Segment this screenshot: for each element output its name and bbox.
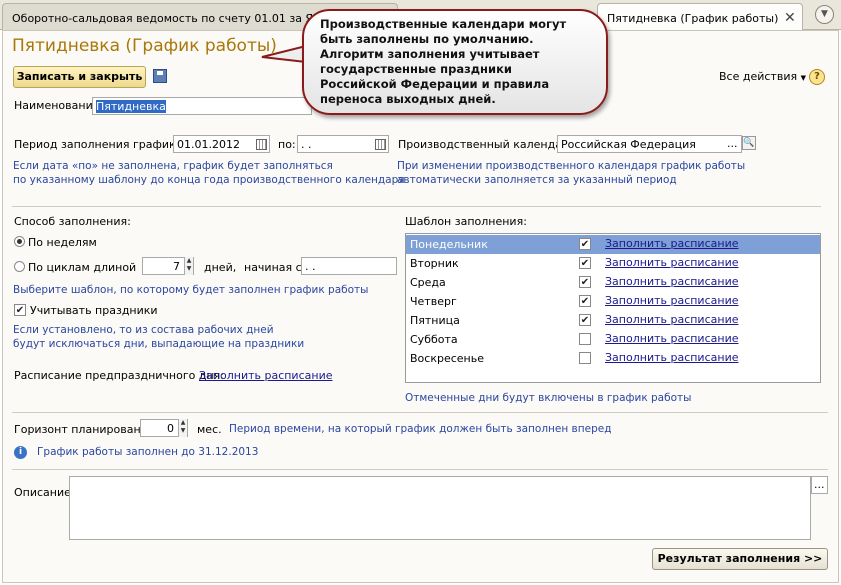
day-checkbox[interactable]: ✔ — [579, 257, 591, 269]
callout-line: Российской Федерации и правила — [320, 77, 550, 91]
save-and-close-button[interactable]: Записать и закрыть — [13, 66, 146, 88]
callout-line: быть заполнены по умолчанию. — [320, 32, 534, 46]
fill-method-label: Способ заполнения: — [14, 215, 131, 228]
page-title: Пятидневка (График работы) — [12, 36, 277, 56]
divider — [12, 412, 828, 413]
calendar-select-button[interactable]: ... — [727, 137, 738, 150]
callout-line: переноса выходных дней. — [320, 92, 496, 106]
days-label: дней, — [204, 261, 237, 274]
calendar-field[interactable]: Российская Федерация — [557, 135, 742, 153]
calendar-icon[interactable] — [375, 139, 386, 150]
day-name: Среда — [410, 276, 446, 289]
callout-line: Производственные календари могут — [320, 17, 567, 31]
all-actions-menu[interactable]: Все действия ▼ — [719, 70, 806, 83]
day-checkbox[interactable] — [579, 333, 591, 345]
tab-five-day-label: Пятидневка (График работы) — [607, 12, 779, 25]
radio-by-cycles[interactable] — [14, 261, 25, 272]
fill-result-button[interactable]: Результат заполнения >> — [652, 548, 828, 570]
radio-by-weeks[interactable] — [14, 236, 25, 247]
close-icon[interactable]: ✕ — [784, 10, 796, 26]
start-from-field[interactable]: . . — [301, 257, 397, 275]
name-value: Пятидневка — [96, 100, 166, 113]
day-checkbox[interactable]: ✔ — [579, 276, 591, 288]
fill-schedule-link[interactable]: Заполнить расписание — [605, 237, 738, 250]
day-checkbox[interactable]: ✔ — [579, 238, 591, 250]
horizon-stepper[interactable]: ▲ ▼ — [178, 419, 187, 437]
calendar-label: Производственный календарь: — [398, 138, 580, 151]
table-row[interactable]: Пятница ✔ Заполнить расписание — [406, 311, 820, 330]
fill-schedule-link[interactable]: Заполнить расписание — [605, 275, 738, 288]
chevron-down-icon[interactable]: ▼ — [815, 5, 834, 24]
callout-tooltip: Производственные календари могут быть за… — [302, 9, 608, 115]
period-hint-2: по указанному шаблону до конца года прои… — [13, 174, 405, 186]
day-checkbox[interactable]: ✔ — [579, 295, 591, 307]
fill-schedule-link[interactable]: Заполнить расписание — [605, 313, 738, 326]
cycle-stepper[interactable]: ▲ ▼ — [184, 257, 193, 275]
holidays-label[interactable]: Учитывать праздники — [30, 304, 158, 317]
template-label: Шаблон заполнения: — [405, 215, 527, 228]
by-weeks-label[interactable]: По неделям — [28, 236, 97, 249]
dropdown-arrow-icon: ▼ — [800, 74, 806, 82]
table-row[interactable]: Суббота Заполнить расписание — [406, 330, 820, 349]
day-name: Четверг — [410, 295, 457, 308]
day-name: Пятница — [410, 314, 460, 327]
callout-line: государственные праздники — [320, 62, 512, 76]
tab-five-day[interactable]: Пятидневка (График работы) ✕ — [597, 3, 803, 31]
period-from-value: 01.01.2012 — [177, 138, 240, 151]
start-from-label: начиная с: — [244, 261, 306, 274]
by-cycles-label[interactable]: По циклам длиной — [28, 261, 136, 274]
horizon-unit: мес. — [197, 423, 222, 436]
day-name: Вторник — [410, 257, 459, 270]
template-table: Понедельник ✔ Заполнить расписание Вторн… — [405, 233, 821, 383]
name-field[interactable]: Пятидневка — [92, 97, 312, 115]
template-hint: Отмеченные дни будут включены в график р… — [405, 392, 692, 404]
name-label: Наименование: — [14, 99, 104, 112]
table-row[interactable]: Среда ✔ Заполнить расписание — [406, 273, 820, 292]
day-name: Понедельник — [410, 238, 488, 251]
horizon-label: Горизонт планирования: — [14, 423, 159, 436]
fill-schedule-link[interactable]: Заполнить расписание — [605, 256, 738, 269]
table-row[interactable]: Воскресенье Заполнить расписание — [406, 349, 820, 368]
all-actions-label: Все действия — [719, 70, 798, 83]
table-row[interactable]: Четверг ✔ Заполнить расписание — [406, 292, 820, 311]
period-hint-1: Если дата «по» не заполнена, график буде… — [13, 160, 333, 172]
holidays-hint-2: будут исключаться дни, выпадающие на пра… — [13, 338, 305, 350]
description-label: Описание: — [14, 486, 75, 499]
day-checkbox[interactable] — [579, 352, 591, 364]
cycle-length-value: 7 — [173, 260, 180, 273]
calendar-value: Российская Федерация — [561, 138, 696, 151]
fill-schedule-link[interactable]: Заполнить расписание — [605, 332, 738, 345]
day-checkbox[interactable]: ✔ — [579, 314, 591, 326]
fill-method-hint: Выберите шаблон, по которому будет запол… — [13, 284, 369, 296]
divider — [12, 206, 821, 207]
day-name: Воскресенье — [410, 352, 484, 365]
pre-holiday-label: Расписание предпраздничного дня: — [14, 369, 224, 382]
calendar-icon[interactable] — [256, 139, 267, 150]
calendar-hint-2: автоматически заполняется за указанный п… — [397, 174, 677, 186]
horizon-hint: Период времени, на который график должен… — [229, 423, 612, 435]
description-field[interactable] — [69, 476, 811, 540]
table-row[interactable]: Понедельник ✔ Заполнить расписание — [406, 235, 820, 254]
info-icon: i — [14, 446, 27, 459]
info-text: График работы заполнен до 31.12.2013 — [37, 446, 259, 458]
callout-line: Алгоритм заполнения учитывает — [320, 47, 540, 61]
holidays-checkbox[interactable]: ✔ — [14, 304, 26, 316]
description-expand-button[interactable]: ... — [811, 476, 828, 494]
save-icon[interactable] — [153, 69, 167, 83]
search-icon[interactable]: 🔍 — [742, 136, 756, 150]
calendar-hint-1: При изменении производственного календар… — [397, 160, 746, 172]
period-from-label: Период заполнения графика с: — [14, 138, 196, 151]
pre-holiday-fill-link[interactable]: Заполнить расписание — [199, 369, 332, 382]
fill-schedule-link[interactable]: Заполнить расписание — [605, 294, 738, 307]
day-name: Суббота — [410, 333, 458, 346]
table-row[interactable]: Вторник ✔ Заполнить расписание — [406, 254, 820, 273]
fill-schedule-link[interactable]: Заполнить расписание — [605, 351, 738, 364]
period-to-value: . . — [301, 138, 312, 151]
holidays-hint-1: Если установлено, то из состава рабочих … — [13, 324, 274, 336]
horizon-value: 0 — [167, 422, 174, 435]
divider — [12, 469, 828, 470]
start-from-value: . . — [305, 260, 316, 273]
period-to-label: по: — [278, 138, 296, 151]
help-icon[interactable]: ? — [809, 69, 825, 85]
